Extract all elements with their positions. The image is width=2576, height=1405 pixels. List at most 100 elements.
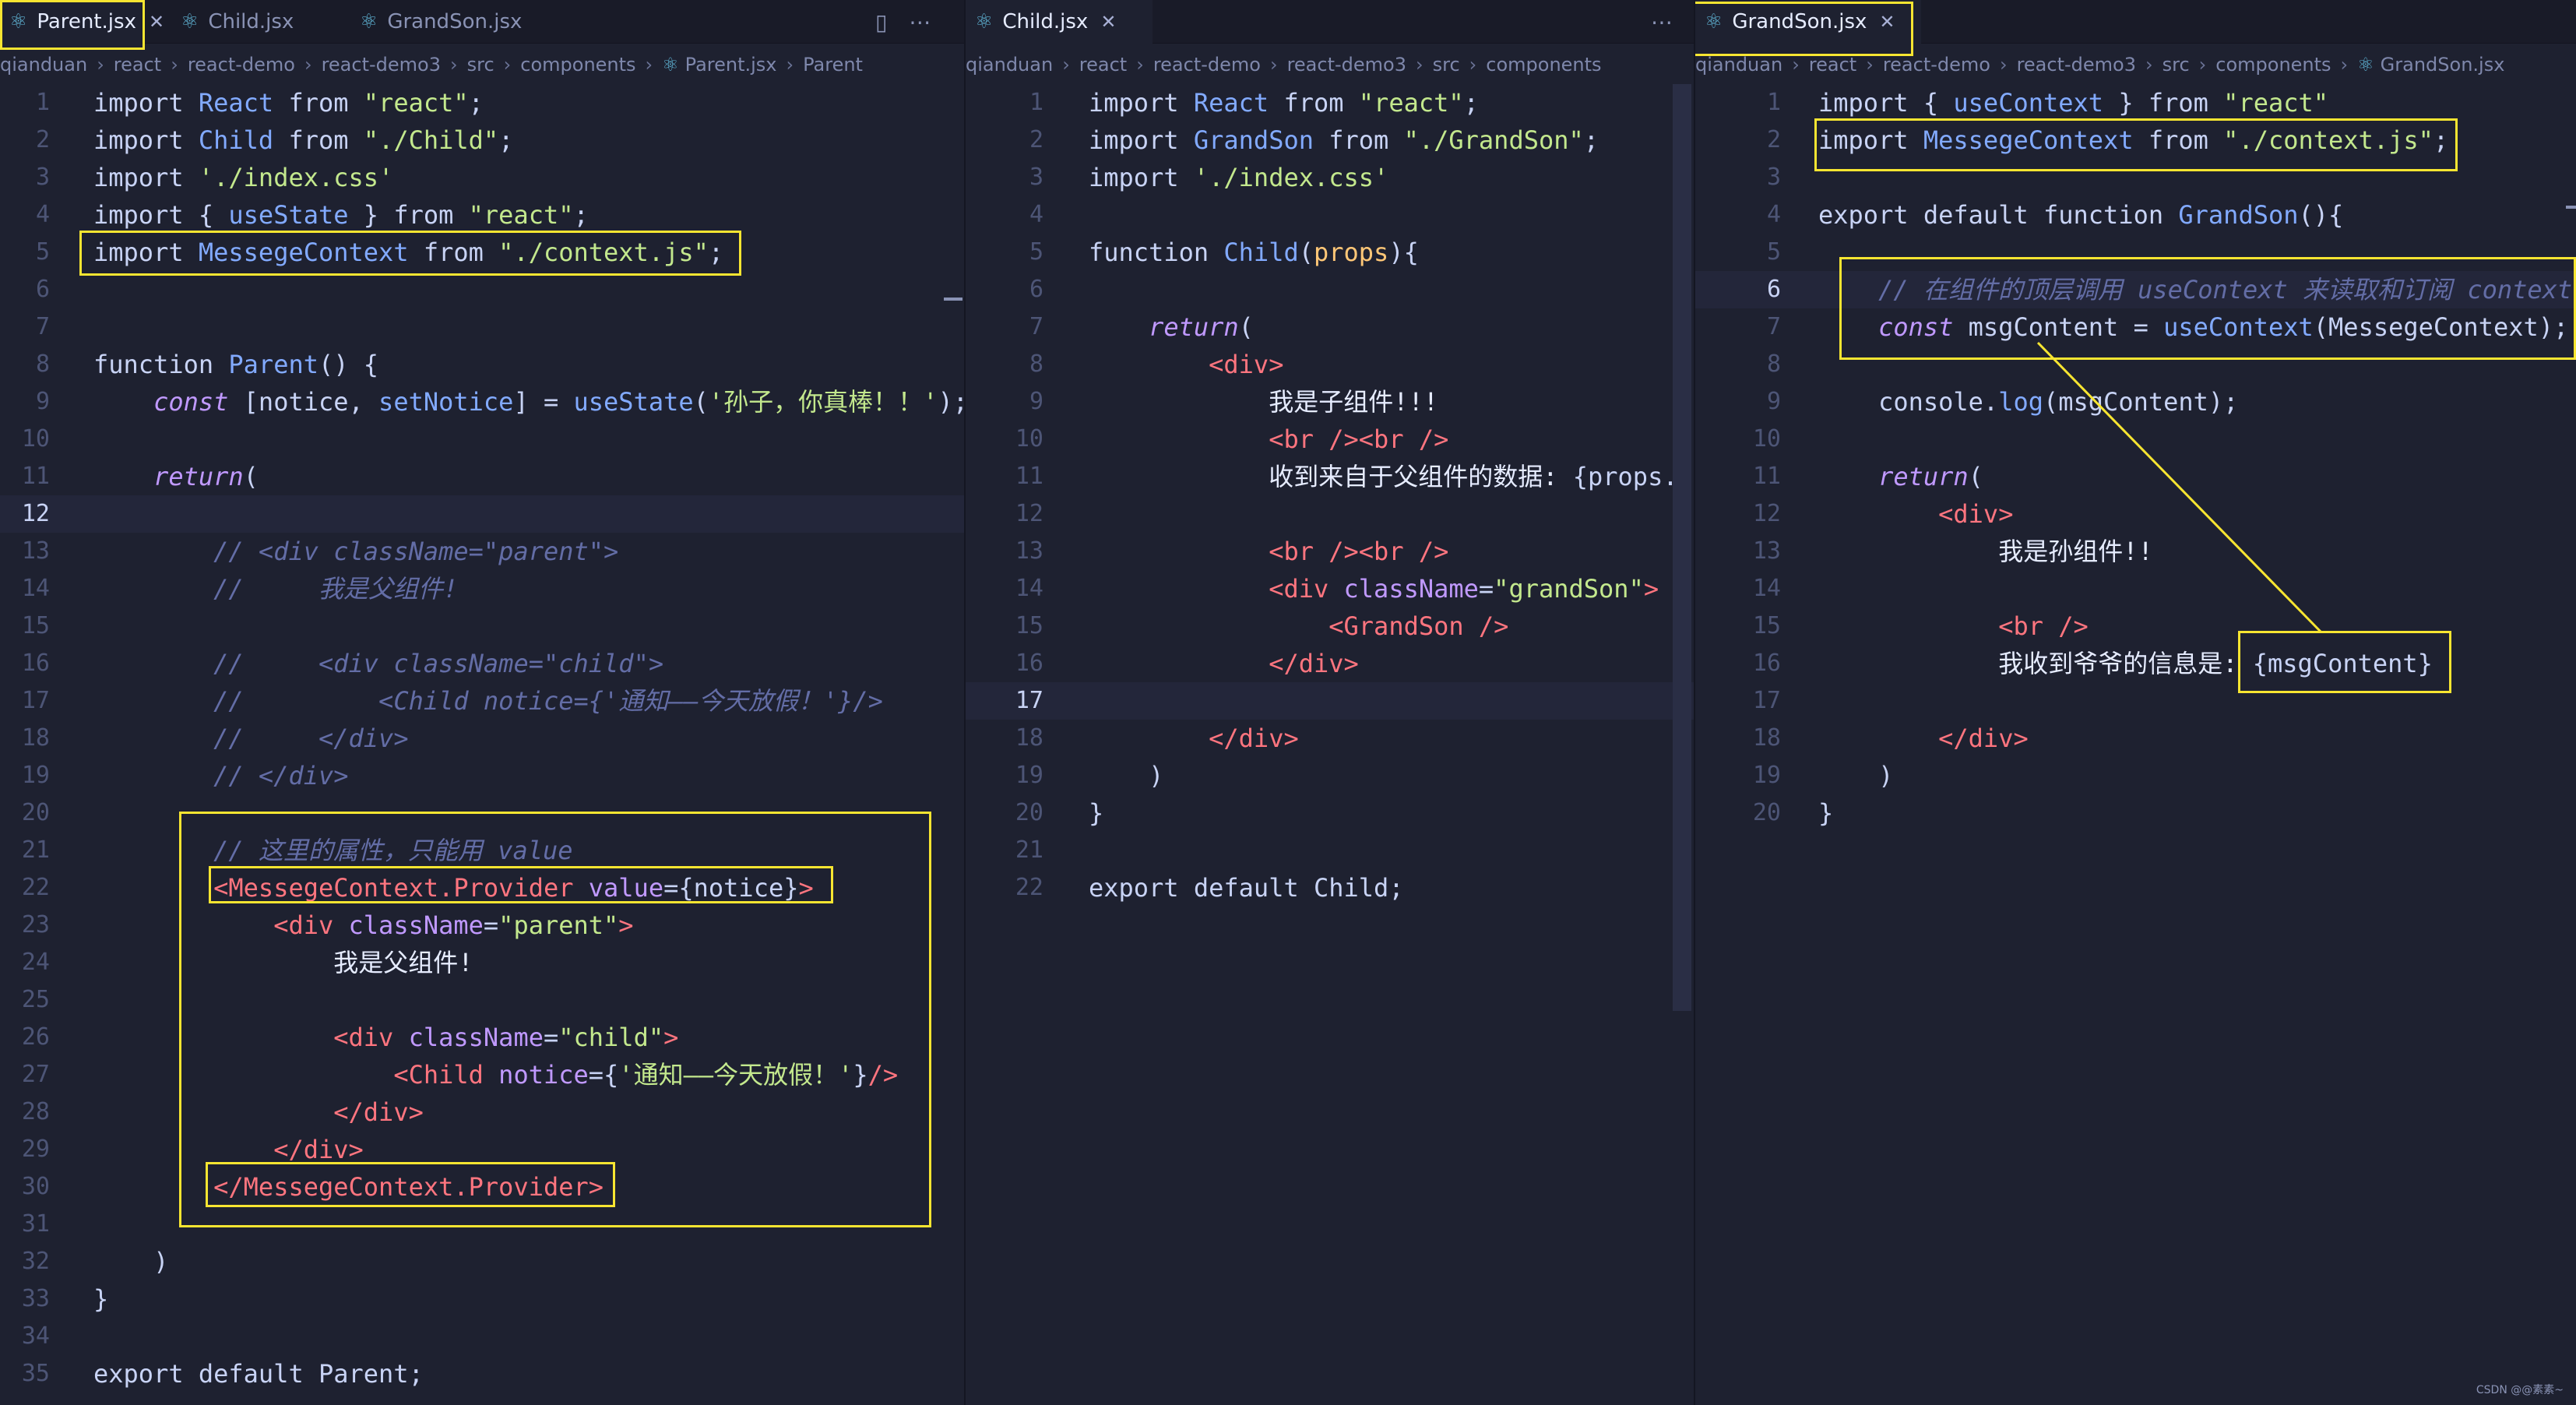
code-line[interactable]: 30 </MessegeContext.Provider> <box>0 1168 964 1206</box>
code-line[interactable]: 24 我是父组件! <box>0 944 964 981</box>
code-line[interactable]: 6 // 在组件的顶层调用 useContext 来读取和订阅 context <box>1695 271 2576 308</box>
code-line[interactable]: 14 <box>1695 570 2576 607</box>
tab-grandson-jsx[interactable]: ⚛ GrandSon.jsx ✕ <box>1695 0 1921 44</box>
code-line[interactable]: 18 </div> <box>1695 720 2576 757</box>
code-line[interactable]: 16 我收到爷爷的信息是: {msgContent} <box>1695 645 2576 682</box>
breadcrumb-item[interactable]: qianduan <box>966 54 1053 76</box>
code-line[interactable]: 11 return( <box>1695 458 2576 495</box>
code-line[interactable]: 17 // <Child notice={'通知——今天放假！'}/> <box>0 682 964 720</box>
code-line[interactable]: 22 <MessegeContext.Provider value={notic… <box>0 869 964 907</box>
tab-grandson-jsx[interactable]: ⚛ GrandSon.jsx <box>350 0 553 44</box>
more-actions-icon[interactable]: ⋯ <box>909 9 931 35</box>
code-line[interactable]: 6 <box>0 271 964 308</box>
code-area[interactable]: 1 import React from "react"; 2 import Grand… <box>966 84 1694 907</box>
code-line[interactable]: 28 </div> <box>0 1093 964 1131</box>
code-line[interactable]: 1 import React from "react"; <box>966 84 1694 121</box>
breadcrumb-item[interactable]: qianduan <box>0 54 87 76</box>
breadcrumb-item[interactable]: react-demo <box>188 54 295 76</box>
code-line[interactable]: 15 <box>0 607 964 645</box>
tab-parent-jsx[interactable]: ⚛ Parent.jsx ✕ <box>0 0 164 44</box>
code-line[interactable]: 26 <div className="child"> <box>0 1019 964 1056</box>
code-line[interactable]: 2 import Child from "./Child"; <box>0 121 964 159</box>
breadcrumb-item[interactable]: components <box>520 54 635 76</box>
code-line[interactable]: 12 <box>966 495 1694 533</box>
code-line[interactable]: 14 // 我是父组件! <box>0 570 964 607</box>
breadcrumb-item[interactable]: src <box>1433 54 1460 76</box>
code-line[interactable]: 21 // 这里的属性，只能用 value <box>0 832 964 869</box>
code-line[interactable]: 20 <box>0 794 964 832</box>
code-line[interactable]: 19 ) <box>966 757 1694 794</box>
code-line[interactable]: 29 </div> <box>0 1131 964 1168</box>
code-line[interactable]: 9 const [notice, setNotice] = useState('… <box>0 383 964 421</box>
breadcrumb-item[interactable]: react-demo <box>1153 54 1261 76</box>
code-line[interactable]: 5 import MessegeContext from "./context.j… <box>0 234 964 271</box>
code-line[interactable]: 35 export default Parent; <box>0 1355 964 1393</box>
code-line[interactable]: 22 export default Child; <box>966 869 1694 907</box>
code-line[interactable]: 4 <box>966 196 1694 234</box>
code-line[interactable]: 15 <br /> <box>1695 607 2576 645</box>
code-line[interactable]: 8 <box>1695 346 2576 383</box>
code-line[interactable]: 7 const msgContent = useContext(MessegeC… <box>1695 308 2576 346</box>
code-line[interactable]: 12 <box>0 495 964 533</box>
breadcrumb-item[interactable]: components <box>2215 54 2331 76</box>
code-line[interactable]: 20} <box>1695 794 2576 832</box>
code-line[interactable]: 4 import { useState } from "react"; <box>0 196 964 234</box>
tab-child-jsx[interactable]: ⚛ Child.jsx ✕ <box>966 0 1153 44</box>
code-line[interactable]: 9 我是子组件!!! <box>966 383 1694 421</box>
code-line[interactable]: 20} <box>966 794 1694 832</box>
code-line[interactable]: 14 <div className="grandSon"> <box>966 570 1694 607</box>
breadcrumb-item[interactable]: react-demo3 <box>322 54 441 76</box>
code-line[interactable]: 21 <box>966 832 1694 869</box>
code-line[interactable]: 2 import GrandSon from "./GrandSon"; <box>966 121 1694 159</box>
breadcrumb-item[interactable]: react <box>1809 54 1856 76</box>
split-editor-icon[interactable]: ▯ <box>875 9 887 35</box>
code-line[interactable]: 3 import './index.css' <box>966 159 1694 196</box>
code-line[interactable]: 5 <box>1695 234 2576 271</box>
breadcrumb-item[interactable]: GrandSon.jsx <box>2381 54 2505 76</box>
code-line[interactable]: 17 <box>966 682 1694 720</box>
breadcrumb-item[interactable]: src <box>2163 54 2190 76</box>
code-line[interactable]: 10 <box>0 421 964 458</box>
breadcrumb-item[interactable]: react <box>114 54 161 76</box>
code-line[interactable]: 1 import { useContext } from "react" <box>1695 84 2576 121</box>
code-line[interactable]: 3 import './index.css' <box>0 159 964 196</box>
code-line[interactable]: 8 function Parent() { <box>0 346 964 383</box>
code-line[interactable]: 7 return( <box>966 308 1694 346</box>
more-actions-icon[interactable]: ⋯ <box>1651 9 1673 35</box>
code-line[interactable]: 9 console.log(msgContent); <box>1695 383 2576 421</box>
code-line[interactable]: 19 ) <box>1695 757 2576 794</box>
editor-pane-grandson[interactable]: ⚛ GrandSon.jsx ✕ qianduan › react › react-de… <box>1695 0 2576 1405</box>
code-line[interactable]: 25 <box>0 981 964 1019</box>
code-line[interactable]: 13 <br /><br /> <box>966 533 1694 570</box>
code-line[interactable]: 27 <Child notice={'通知——今天放假！'}/> <box>0 1056 964 1093</box>
close-icon[interactable]: ✕ <box>149 11 164 33</box>
code-line[interactable]: 13 // <div className="parent"> <box>0 533 964 570</box>
breadcrumb-item[interactable]: react-demo <box>1883 54 1990 76</box>
tab-child-jsx[interactable]: ⚛ Child.jsx <box>171 0 350 44</box>
code-line[interactable]: 12 <div> <box>1695 495 2576 533</box>
vertical-scrollbar[interactable] <box>1673 84 1691 1011</box>
code-line[interactable]: 31 <box>0 1206 964 1243</box>
code-line[interactable]: 19 // </div> <box>0 757 964 794</box>
code-line[interactable]: 7 <box>0 308 964 346</box>
code-area[interactable]: 1 import { useContext } from "react" 2 impo… <box>1695 84 2576 832</box>
breadcrumb-item[interactable]: src <box>467 54 494 76</box>
breadcrumb-item[interactable]: qianduan <box>1695 54 1782 76</box>
code-line[interactable]: 11 收到来自于父组件的数据: {props.notice} <box>966 458 1694 495</box>
breadcrumb-item[interactable]: Parent <box>803 54 863 76</box>
code-line[interactable]: 4 export default function GrandSon(){ <box>1695 196 2576 234</box>
code-line[interactable]: 10 <box>1695 421 2576 458</box>
code-line[interactable]: 8 <div> <box>966 346 1694 383</box>
code-line[interactable]: 33} <box>0 1280 964 1318</box>
code-line[interactable]: 18 </div> <box>966 720 1694 757</box>
editor-pane-child[interactable]: ⚛ Child.jsx ✕ ⋯ qianduan › react › react-dem… <box>966 0 1694 1405</box>
code-line[interactable]: 16 </div> <box>966 645 1694 682</box>
breadcrumb-item[interactable]: react <box>1079 54 1127 76</box>
breadcrumb-item[interactable]: Parent.jsx <box>685 54 777 76</box>
code-line[interactable]: 34 <box>0 1318 964 1355</box>
code-line[interactable]: 5 function Child(props){ <box>966 234 1694 271</box>
code-area[interactable]: 1 import React from "react"; 2 import Child… <box>0 84 964 1393</box>
code-line[interactable]: 23 <div className="parent"> <box>0 907 964 944</box>
code-line[interactable]: 1 import React from "react"; <box>0 84 964 121</box>
code-line[interactable]: 2 import MessegeContext from "./context.j… <box>1695 121 2576 159</box>
